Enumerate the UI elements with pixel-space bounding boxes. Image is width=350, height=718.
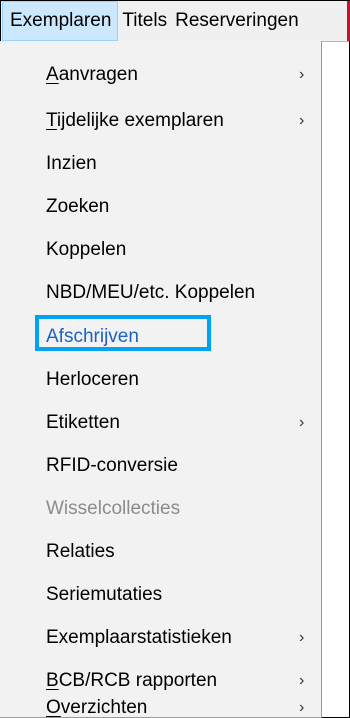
menu-item-label: NBD/MEU/etc. Koppelen bbox=[46, 282, 256, 303]
mnemonic-letter: O bbox=[46, 697, 61, 718]
menu-item-seriemutaties[interactable]: Seriemutaties bbox=[0, 575, 320, 615]
menu-item-label: Etiketten bbox=[46, 412, 120, 433]
menu-item-label: Inzien bbox=[46, 153, 97, 174]
menu-item-label: Aanvragen bbox=[46, 55, 138, 95]
menu-item-label: Herloceren bbox=[46, 369, 139, 390]
menu-item-inzien[interactable]: Inzien bbox=[0, 144, 320, 184]
menu-item-label: Afschrijven bbox=[46, 326, 139, 347]
mnemonic-letter: B bbox=[46, 670, 59, 691]
menu-item-nbd-meu-koppelen[interactable]: NBD/MEU/etc. Koppelen bbox=[0, 273, 320, 313]
menu-item-etiketten[interactable]: Etiketten › bbox=[0, 403, 320, 443]
chevron-right-icon: › bbox=[299, 629, 305, 646]
menu-item-rfid-conversie[interactable]: RFID-conversie bbox=[0, 446, 320, 486]
chevron-right-icon: › bbox=[299, 699, 305, 716]
menu-item-wisselcollecties: Wisselcollecties bbox=[0, 489, 320, 529]
menu-item-koppelen[interactable]: Koppelen bbox=[0, 230, 320, 270]
menu-item-tijdelijke-exemplaren[interactable]: Tijdelijke exemplaren › bbox=[0, 101, 320, 141]
menu-item-label: BCB/RCB rapporten bbox=[46, 661, 217, 701]
menu-item-afschrijven[interactable]: Afschrijven bbox=[0, 315, 320, 357]
menu-item-exemplaarstatistieken[interactable]: Exemplaarstatistieken › bbox=[0, 618, 320, 658]
menu-item-label: Relaties bbox=[46, 541, 115, 562]
exemplaren-dropdown-menu: Aanvragen › Tijdelijke exemplaren › Inzi… bbox=[0, 41, 322, 718]
menu-item-relaties[interactable]: Relaties bbox=[0, 532, 320, 572]
chevron-right-icon: › bbox=[299, 112, 305, 129]
label-rest: ijdelijke exemplaren bbox=[56, 110, 224, 131]
chevron-right-icon: › bbox=[299, 414, 305, 431]
menu-item-label: Exemplaarstatistieken bbox=[46, 627, 232, 648]
menubar-exemplaren[interactable]: Exemplaren bbox=[2, 1, 119, 41]
chevron-right-icon: › bbox=[299, 66, 305, 83]
mnemonic-letter: T bbox=[46, 110, 57, 131]
menu-item-label: Overzichten bbox=[46, 697, 147, 718]
menubar-titels[interactable]: Titels bbox=[118, 1, 171, 41]
menu-item-label: Tijdelijke exemplaren bbox=[46, 101, 224, 141]
label-rest: CB/RCB rapporten bbox=[58, 670, 218, 691]
menu-item-bcb-rcb-rapporten[interactable]: BCB/RCB rapporten › bbox=[0, 661, 320, 701]
menu-item-label: Koppelen bbox=[46, 239, 127, 260]
chevron-right-icon: › bbox=[299, 672, 305, 689]
menu-item-aanvragen[interactable]: Aanvragen › bbox=[0, 55, 320, 95]
menu-item-zoeken[interactable]: Zoeken bbox=[0, 187, 320, 227]
mnemonic-letter: A bbox=[46, 64, 59, 85]
menu-bar: Exemplaren Titels Reserveringen bbox=[1, 1, 349, 42]
menu-item-label: Zoeken bbox=[46, 196, 110, 217]
menubar-reserveringen[interactable]: Reserveringen bbox=[171, 1, 303, 41]
menu-item-label: Seriemutaties bbox=[46, 584, 163, 605]
menu-item-herloceren[interactable]: Herloceren bbox=[0, 360, 320, 400]
menu-item-label: Wisselcollecties bbox=[46, 498, 181, 519]
label-rest: anvragen bbox=[58, 64, 138, 85]
menu-item-overzichten[interactable]: Overzichten › bbox=[0, 697, 320, 718]
menu-item-label: RFID-conversie bbox=[46, 455, 178, 476]
label-rest: verzichten bbox=[60, 697, 148, 718]
